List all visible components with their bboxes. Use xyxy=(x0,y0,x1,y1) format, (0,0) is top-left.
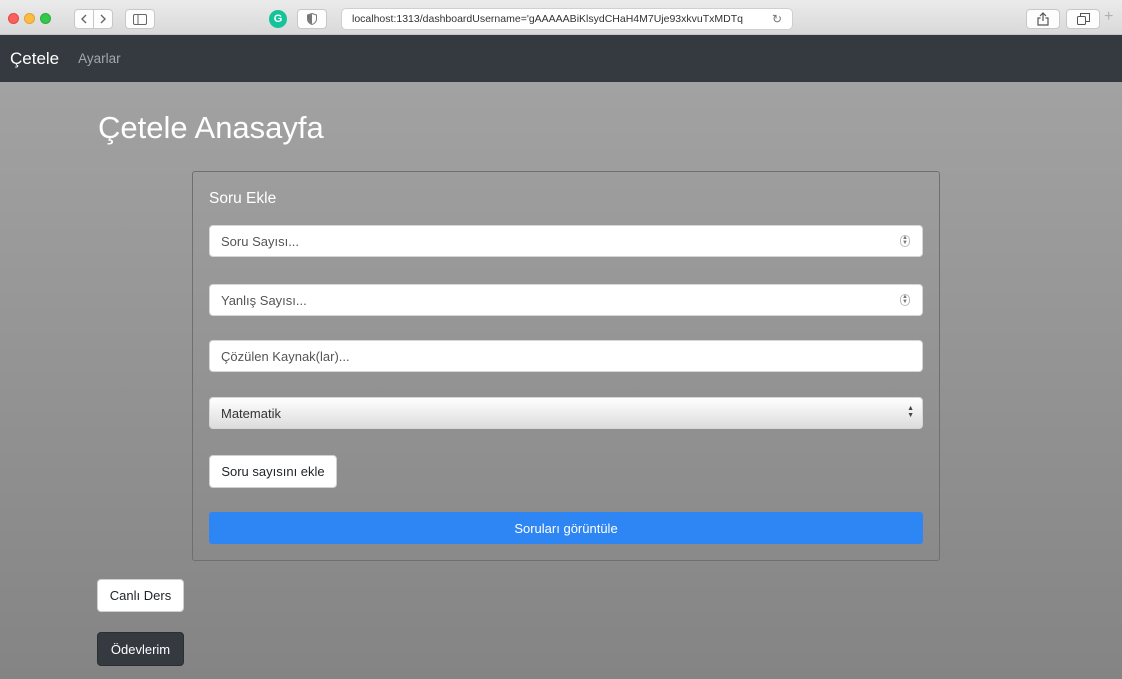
wrong-count-input[interactable]: Yanlış Sayısı... ▲ ▼ xyxy=(209,284,923,316)
select-arrows-icon: ▲ ▼ xyxy=(907,405,914,419)
sidebar-toggle-button[interactable] xyxy=(125,9,155,29)
reload-icon[interactable]: ↻ xyxy=(772,12,782,26)
tabs-icon xyxy=(1076,13,1090,25)
forward-button[interactable] xyxy=(93,9,113,29)
shield-icon xyxy=(307,13,317,25)
page-title: Çetele Anasayfa xyxy=(98,110,324,145)
subject-select[interactable]: Matematik ▲ ▼ xyxy=(209,397,923,429)
main-content: Çetele Anasayfa Soru Ekle Soru Sayısı...… xyxy=(0,82,1122,679)
close-window-button[interactable] xyxy=(8,13,19,24)
url-text: localhost:1313/dashboardUsername='gAAAAA… xyxy=(352,13,743,25)
sidebar-icon xyxy=(133,13,147,25)
wrong-count-placeholder: Yanlış Sayısı... xyxy=(221,292,307,308)
live-lesson-button[interactable]: Canlı Ders xyxy=(97,579,184,612)
chevron-right-icon xyxy=(100,14,106,24)
nav-link-settings[interactable]: Ayarlar xyxy=(78,51,121,66)
brand-link[interactable]: Çetele xyxy=(10,49,59,69)
homework-button[interactable]: Ödevlerim xyxy=(97,632,184,666)
stepper-icon[interactable]: ▲ ▼ xyxy=(900,294,910,306)
chevron-left-icon xyxy=(81,14,87,24)
privacy-extension-button[interactable] xyxy=(297,9,327,29)
add-question-count-button[interactable]: Soru sayısını ekle xyxy=(209,455,337,488)
subject-selected-value: Matematik xyxy=(221,405,281,421)
question-count-placeholder: Soru Sayısı... xyxy=(221,233,300,249)
new-tab-icon[interactable]: + xyxy=(1104,8,1113,26)
share-icon xyxy=(1037,12,1049,26)
sources-placeholder: Çözülen Kaynak(lar)... xyxy=(221,348,350,364)
question-count-input[interactable]: Soru Sayısı... ▲ ▼ xyxy=(209,225,923,257)
card-title: Soru Ekle xyxy=(209,190,277,207)
maximize-window-button[interactable] xyxy=(40,13,51,24)
app-navbar: Çetele Ayarlar xyxy=(0,35,1122,82)
add-question-card: Soru Ekle Soru Sayısı... ▲ ▼ Yanlış Sayıs… xyxy=(192,171,940,561)
sources-input[interactable]: Çözülen Kaynak(lar)... xyxy=(209,340,923,372)
share-button[interactable] xyxy=(1026,9,1060,29)
back-button[interactable] xyxy=(74,9,94,29)
show-tabs-button[interactable] xyxy=(1066,9,1100,29)
stepper-icon[interactable]: ▲ ▼ xyxy=(900,235,910,247)
view-questions-button[interactable]: Soruları görüntüle xyxy=(209,512,923,544)
address-bar[interactable]: localhost:1313/dashboardUsername='gAAAAA… xyxy=(341,8,793,30)
minimize-window-button[interactable] xyxy=(24,13,35,24)
browser-toolbar: G localhost:1313/dashboardUsername='gAAA… xyxy=(0,0,1122,35)
grammarly-extension-icon[interactable]: G xyxy=(269,10,287,28)
